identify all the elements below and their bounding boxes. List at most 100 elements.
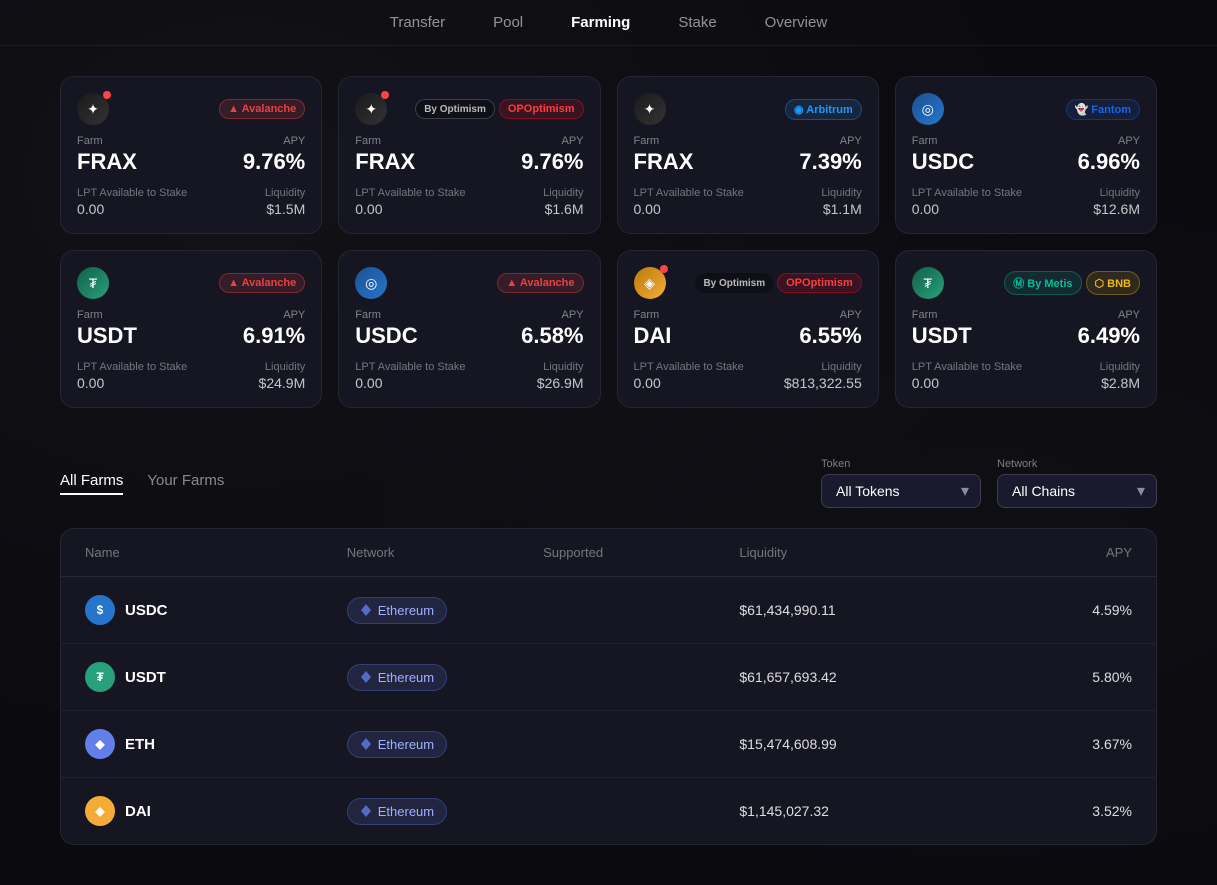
token-name-eth: ETH	[125, 736, 155, 753]
bnb-badge: ⬡ BNB	[1086, 271, 1141, 295]
farm-token: USDT	[77, 323, 137, 349]
liquidity-label: Liquidity	[1100, 361, 1140, 373]
farm-cards-grid: ✦ ▲ Avalanche Farm APY FRAX 9.76% LPT Av…	[60, 76, 1157, 408]
nav-farming[interactable]: Farming	[571, 14, 630, 31]
table-row[interactable]: ◈ DAI Ethereum $1,145,027.32 3.52%	[61, 778, 1156, 844]
metis-badge: Ⓜ By Metis	[1004, 271, 1081, 295]
op-optimism-badge: OPOptimism	[499, 99, 584, 119]
liquidity-label: Liquidity	[265, 361, 305, 373]
table-row[interactable]: ◆ ETH Ethereum $15,474,608.99 3.67%	[61, 711, 1156, 778]
token-name-usdt: USDT	[125, 669, 166, 686]
usdt-icon: ₮	[923, 275, 932, 291]
farm-token: USDC	[355, 323, 417, 349]
lpt-value: 0.00	[77, 375, 104, 391]
hot-dot	[103, 91, 111, 99]
farm-apy: 6.49%	[1078, 323, 1140, 349]
dai-icon: ◈	[644, 275, 655, 292]
farm-label: Farm	[355, 309, 381, 321]
farm-card-icon: ₮	[77, 267, 109, 299]
farm-card-usdc-fantom[interactable]: ◎ 👻 Fantom Farm APY USDC 6.96% LPT Avail…	[895, 76, 1157, 234]
lpt-value: 0.00	[77, 201, 104, 217]
table-header: Name Network Supported Liquidity APY	[61, 529, 1156, 577]
token-name-usdc: USDC	[125, 602, 168, 619]
farm-card-icon: ◎	[912, 93, 944, 125]
usdc-icon: ◎	[365, 275, 377, 292]
liquidity-cell-eth: $15,474,608.99	[739, 736, 1001, 752]
filter-controls: Token All Tokens Network All Chains	[821, 458, 1157, 508]
network-cell-dai: Ethereum	[347, 798, 543, 825]
apy-label: APY	[283, 135, 305, 147]
farm-card-frax-avalanche-1[interactable]: ✦ ▲ Avalanche Farm APY FRAX 9.76% LPT Av…	[60, 76, 322, 234]
nav-pool[interactable]: Pool	[493, 14, 523, 31]
liquidity-value: $2.8M	[1101, 375, 1140, 391]
lpt-label: LPT Available to Stake	[77, 187, 187, 199]
th-supported: Supported	[543, 545, 739, 560]
farm-apy: 6.58%	[521, 323, 583, 349]
apy-label: APY	[283, 309, 305, 321]
token-filter-label: Token	[821, 458, 981, 470]
liquidity-label: Liquidity	[821, 361, 861, 373]
farm-token: USDC	[912, 149, 974, 175]
farm-apy: 7.39%	[799, 149, 861, 175]
farm-card-icon: ₮	[912, 267, 944, 299]
network-select-wrapper: All Chains	[997, 474, 1157, 508]
token-filter-group: Token All Tokens	[821, 458, 981, 508]
liquidity-label: Liquidity	[265, 187, 305, 199]
farm-card-frax-optimism[interactable]: ✦ By Optimism OPOptimism Farm APY FRAX 9…	[338, 76, 600, 234]
farm-apy: 9.76%	[521, 149, 583, 175]
farm-card-frax-arbitrum[interactable]: ✦ ◉ Arbitrum Farm APY FRAX 7.39% LPT Ava…	[617, 76, 879, 234]
farm-apy: 6.91%	[243, 323, 305, 349]
nav-stake[interactable]: Stake	[678, 14, 716, 31]
farm-card-usdt-avalanche[interactable]: ₮ ▲ Avalanche Farm APY USDT 6.91% LPT Av…	[60, 250, 322, 408]
farm-card-dai-optimism[interactable]: ◈ By Optimism OPOptimism Farm APY DAI 6.…	[617, 250, 879, 408]
liquidity-value: $12.6M	[1093, 201, 1140, 217]
op-optimism-badge: OPOptimism	[777, 273, 862, 293]
usdt-token-icon: ₮	[85, 662, 115, 692]
frax-icon: ✦	[644, 101, 656, 118]
table-row[interactable]: $ USDC Ethereum $61,434,990.11 4.59%	[61, 577, 1156, 644]
token-select-wrapper: All Tokens	[821, 474, 981, 508]
liquidity-label: Liquidity	[821, 187, 861, 199]
ethereum-badge: Ethereum	[347, 597, 447, 624]
token-select[interactable]: All Tokens	[821, 474, 981, 508]
farm-card-icon: ✦	[634, 93, 666, 125]
hot-dot	[381, 91, 389, 99]
tab-all-farms[interactable]: All Farms	[60, 472, 123, 495]
farm-card-usdt-metis-bnb[interactable]: ₮ Ⓜ By Metis ⬡ BNB Farm APY USDT 6.49% L…	[895, 250, 1157, 408]
by-optimism-badge: By Optimism	[695, 273, 773, 293]
hot-dot	[660, 265, 668, 273]
lpt-value: 0.00	[634, 375, 661, 391]
main-content: ✦ ▲ Avalanche Farm APY FRAX 9.76% LPT Av…	[0, 46, 1217, 885]
network-cell-usdc: Ethereum	[347, 597, 543, 624]
usdc-icon: ◎	[922, 101, 934, 118]
lpt-label: LPT Available to Stake	[634, 361, 744, 373]
farm-card-usdc-avalanche[interactable]: ◎ ▲ Avalanche Farm APY USDC 6.58% LPT Av…	[338, 250, 600, 408]
farm-apy: 9.76%	[243, 149, 305, 175]
th-name: Name	[85, 545, 347, 560]
farm-token: FRAX	[634, 149, 694, 175]
nav-transfer[interactable]: Transfer	[390, 14, 445, 31]
network-cell-eth: Ethereum	[347, 731, 543, 758]
network-cell-usdt: Ethereum	[347, 664, 543, 691]
lpt-label: LPT Available to Stake	[912, 187, 1022, 199]
table-row[interactable]: ₮ USDT Ethereum $61,657,693.42 5.80%	[61, 644, 1156, 711]
nav-overview[interactable]: Overview	[765, 14, 828, 31]
apy-label: APY	[840, 309, 862, 321]
apy-label: APY	[561, 135, 583, 147]
liquidity-cell-dai: $1,145,027.32	[739, 803, 1001, 819]
token-cell-usdc: $ USDC	[85, 595, 347, 625]
th-liquidity: Liquidity	[739, 545, 1001, 560]
chain-badge-fantom: 👻 Fantom	[1066, 99, 1140, 120]
farm-apy: 6.96%	[1078, 149, 1140, 175]
tab-your-farms[interactable]: Your Farms	[147, 472, 224, 495]
token-cell-usdt: ₮ USDT	[85, 662, 347, 692]
farm-token: FRAX	[77, 149, 137, 175]
network-select[interactable]: All Chains	[997, 474, 1157, 508]
liquidity-cell-usdc: $61,434,990.11	[739, 602, 1001, 618]
lpt-value: 0.00	[634, 201, 661, 217]
farm-card-icon: ◈	[634, 267, 666, 299]
main-nav: Transfer Pool Farming Stake Overview	[0, 0, 1217, 46]
liquidity-cell-usdt: $61,657,693.42	[739, 669, 1001, 685]
lpt-label: LPT Available to Stake	[355, 361, 465, 373]
lpt-label: LPT Available to Stake	[355, 187, 465, 199]
